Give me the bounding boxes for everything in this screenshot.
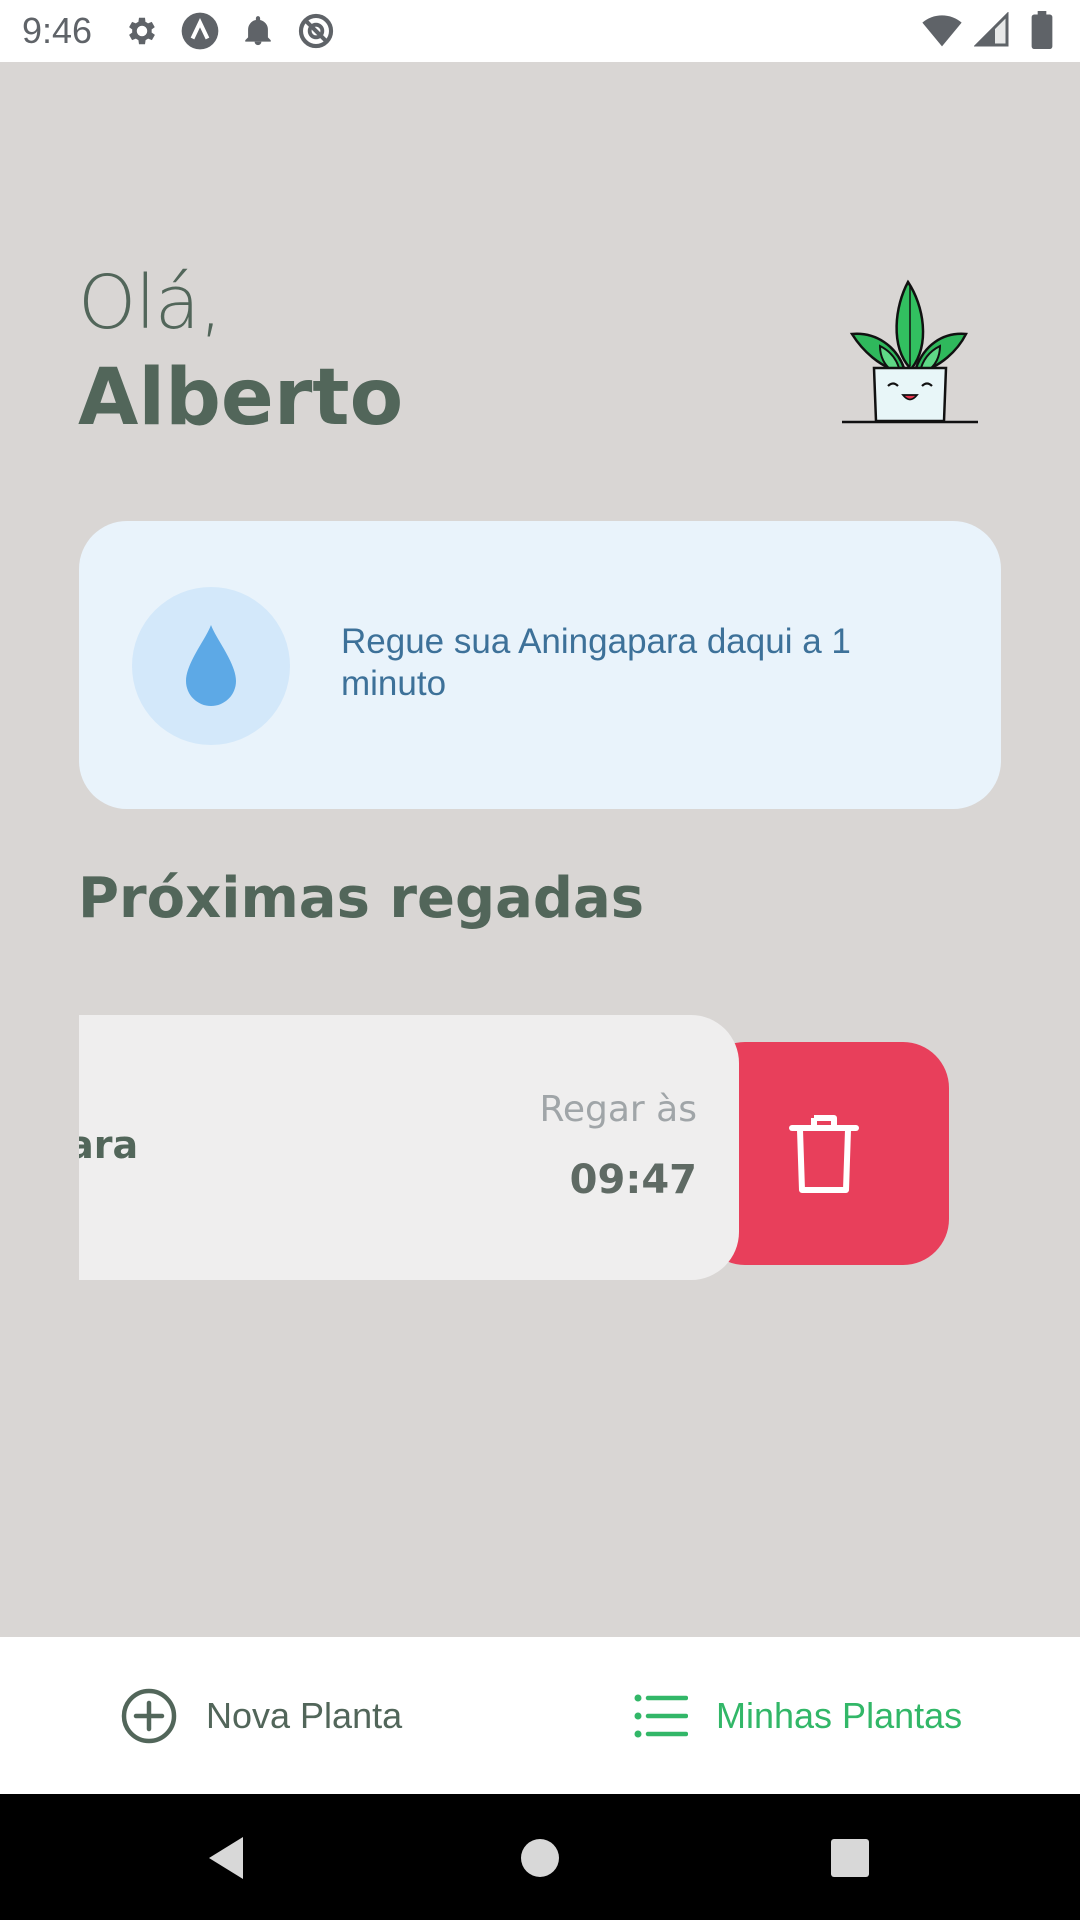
plant-card[interactable]: ngapara Regar às 09:47 xyxy=(79,1015,739,1280)
settings-icon xyxy=(122,11,162,51)
plant-avatar-icon xyxy=(842,279,978,424)
notification-icon xyxy=(238,11,278,51)
plant-name-text: ngapara xyxy=(79,1123,139,1167)
user-name: Alberto xyxy=(78,353,404,443)
status-time: 9:46 xyxy=(22,10,93,51)
tab-minhas-plantas[interactable]: Minhas Plantas xyxy=(634,1637,962,1794)
home-icon xyxy=(521,1839,559,1877)
status-bar: 9:46 xyxy=(0,0,1080,62)
battery-icon xyxy=(1022,10,1062,50)
dnd-icon xyxy=(296,11,336,51)
wifi-icon xyxy=(922,10,962,50)
plant-list: ngapara Regar às 09:47 xyxy=(79,1015,1001,1280)
greeting: Olá, Alberto xyxy=(78,258,403,448)
tab-label: Minhas Plantas xyxy=(716,1694,963,1736)
water-drop-icon xyxy=(186,625,236,706)
system-nav-bar xyxy=(0,1794,1080,1920)
watering-tip-card: Regue sua Aningapara daqui a 1 minuto xyxy=(79,521,1001,809)
trash-icon xyxy=(789,1114,859,1193)
back-icon xyxy=(209,1837,243,1879)
greeting-hello: Olá, xyxy=(78,260,223,346)
status-icons-right xyxy=(922,10,1062,50)
plant-name: ngapara xyxy=(79,1123,138,1167)
signal-icon xyxy=(972,10,1012,50)
bottom-tab-bar: Nova Planta Minhas Plantas xyxy=(0,1637,1080,1794)
plus-circle-icon xyxy=(121,1688,177,1743)
tip-icon-container xyxy=(132,587,290,745)
list-icon xyxy=(634,1694,688,1737)
avatar xyxy=(840,276,980,428)
status-icons-left xyxy=(122,11,336,51)
tip-text: Regue sua Aningapara daqui a 1 minuto xyxy=(341,622,851,703)
tab-label: Nova Planta xyxy=(206,1694,403,1736)
app-icon xyxy=(180,11,220,51)
water-label: Regar às xyxy=(539,1089,697,1130)
tab-nova-planta[interactable]: Nova Planta xyxy=(120,1637,402,1794)
home-button[interactable] xyxy=(510,1828,570,1888)
recents-button[interactable] xyxy=(820,1828,880,1888)
recents-icon xyxy=(831,1839,869,1877)
back-button[interactable] xyxy=(196,1828,256,1888)
section-title: Próximas regadas xyxy=(78,866,645,931)
water-time: 09:47 xyxy=(569,1157,697,1203)
